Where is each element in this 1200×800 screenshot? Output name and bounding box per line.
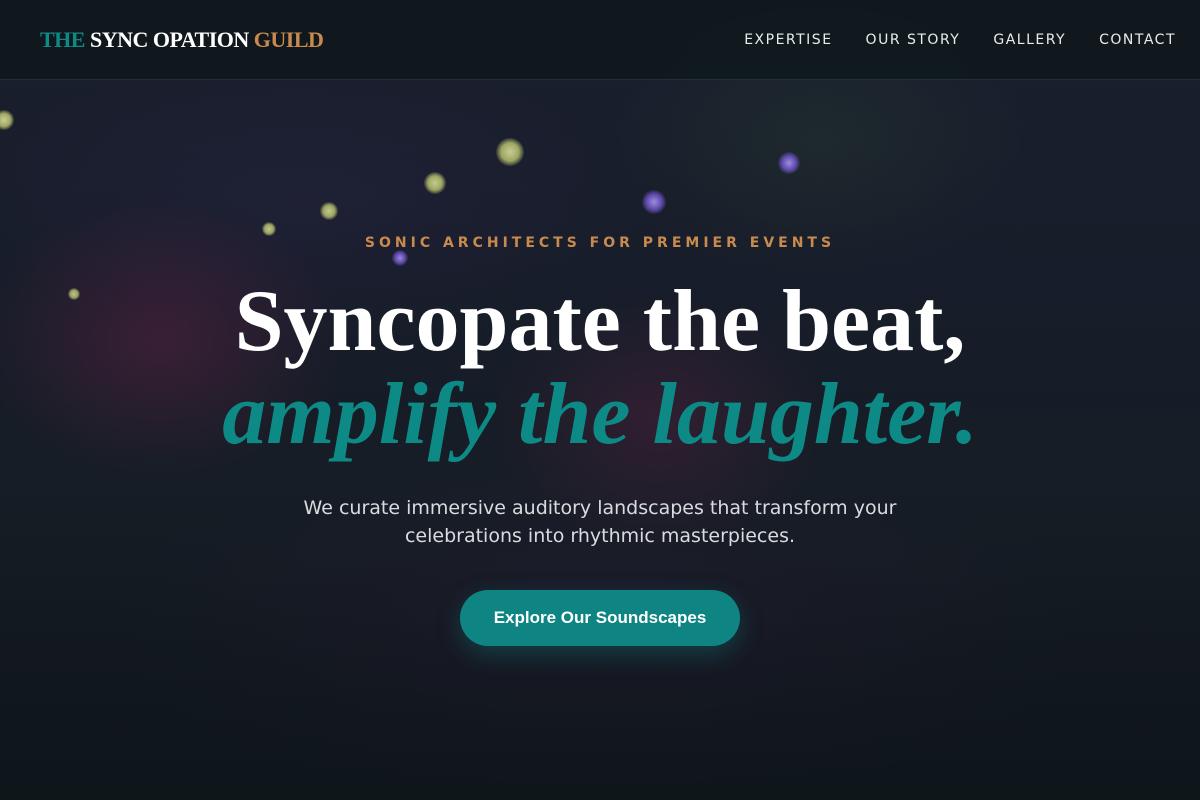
explore-soundscapes-button[interactable]: Explore Our Soundscapes [460, 590, 740, 646]
nav-link-gallery[interactable]: GALLERY [993, 32, 1066, 48]
hero-subtext: We curate immersive auditory landscapes … [303, 497, 897, 547]
site-header: THE SYNC OPATION GUILD EXPERTISE OUR STO… [0, 0, 1200, 80]
nav-link-contact[interactable]: CONTACT [1099, 32, 1176, 48]
hero-section: SONIC ARCHITECTS FOR PREMIER EVENTS Sync… [0, 80, 1200, 800]
hero-eyebrow: SONIC ARCHITECTS FOR PREMIER EVENTS [364, 235, 836, 251]
logo-part-syncopation: SYNC OPATION [89, 26, 249, 52]
site-logo[interactable]: THE SYNC OPATION GUILD [40, 26, 324, 53]
hero-headline-line2: amplify the laughter. [222, 366, 978, 463]
hero-headline-line1: Syncopate the beat, [234, 273, 966, 370]
nav-link-expertise[interactable]: EXPERTISE [744, 32, 832, 48]
logo-part-guild: GUILD [253, 26, 324, 52]
main-nav: EXPERTISE OUR STORY GALLERY CONTACT [744, 32, 1176, 48]
logo-part-the: THE [40, 26, 85, 52]
nav-link-our-story[interactable]: OUR STORY [866, 32, 961, 48]
